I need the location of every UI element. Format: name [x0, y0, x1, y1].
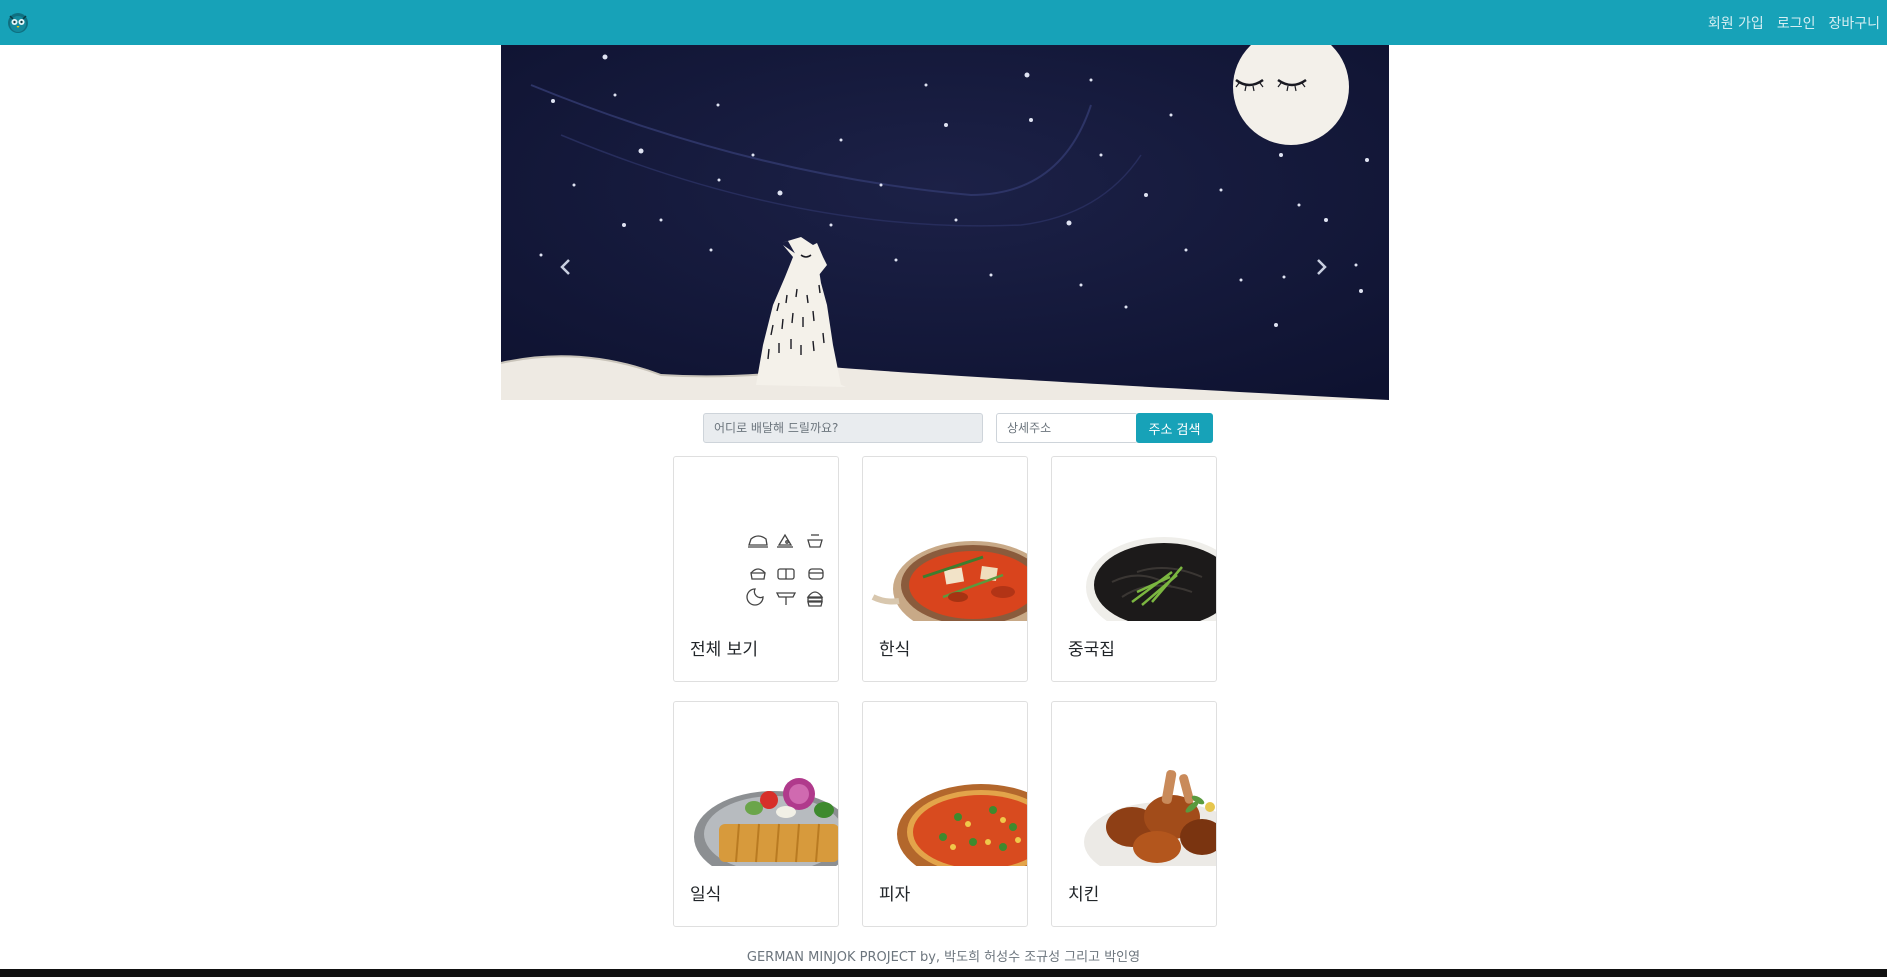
category-card-chicken[interactable]: 치킨: [1051, 701, 1217, 927]
category-label: 치킨: [1068, 885, 1100, 905]
nav-login-link[interactable]: 로그인: [1777, 13, 1816, 33]
chevron-left-icon[interactable]: [554, 250, 578, 284]
address-search-button[interactable]: 주소 검색: [1136, 413, 1213, 443]
all-food-icons-grid: [746, 533, 824, 607]
detail-address-input[interactable]: [996, 413, 1138, 443]
footer-credits: GERMAN MINJOK PROJECT by, 박도희 허성수 조규성 그리…: [746, 950, 1141, 965]
category-label: 피자: [879, 885, 911, 905]
night-sky-wolf-moon-illustration: [501, 45, 1389, 400]
category-card-japanese[interactable]: 일식: [673, 701, 839, 927]
top-navbar: 회원 가입 로그인 장바구니: [0, 0, 1887, 45]
nav-cart-link[interactable]: 장바구니: [1828, 13, 1880, 33]
hero-carousel: [501, 45, 1389, 400]
nav-signup-link[interactable]: 회원 가입: [1708, 13, 1764, 33]
category-label: 중국집: [1068, 640, 1115, 660]
address-input[interactable]: [703, 413, 983, 443]
pizza-photo: [897, 784, 1027, 866]
category-label: 전체 보기: [690, 640, 758, 660]
category-card-all[interactable]: 전체 보기: [673, 456, 839, 682]
korean-stew-photo: [871, 541, 1027, 621]
category-label: 한식: [879, 640, 911, 660]
category-card-korean[interactable]: 한식: [862, 456, 1028, 682]
bottom-bar: [0, 969, 1887, 977]
address-search-form: 주소 검색: [703, 413, 1213, 443]
category-card-pizza[interactable]: 피자: [862, 701, 1028, 927]
tonkatsu-photo: [694, 778, 838, 866]
category-card-chinese[interactable]: 중국집: [1051, 456, 1217, 682]
chevron-right-icon[interactable]: [1309, 250, 1333, 284]
fried-chicken-photo: [1084, 770, 1216, 866]
category-label: 일식: [690, 885, 722, 905]
jajangmyeon-photo: [1086, 537, 1216, 621]
owl-logo-icon[interactable]: [6, 10, 30, 34]
